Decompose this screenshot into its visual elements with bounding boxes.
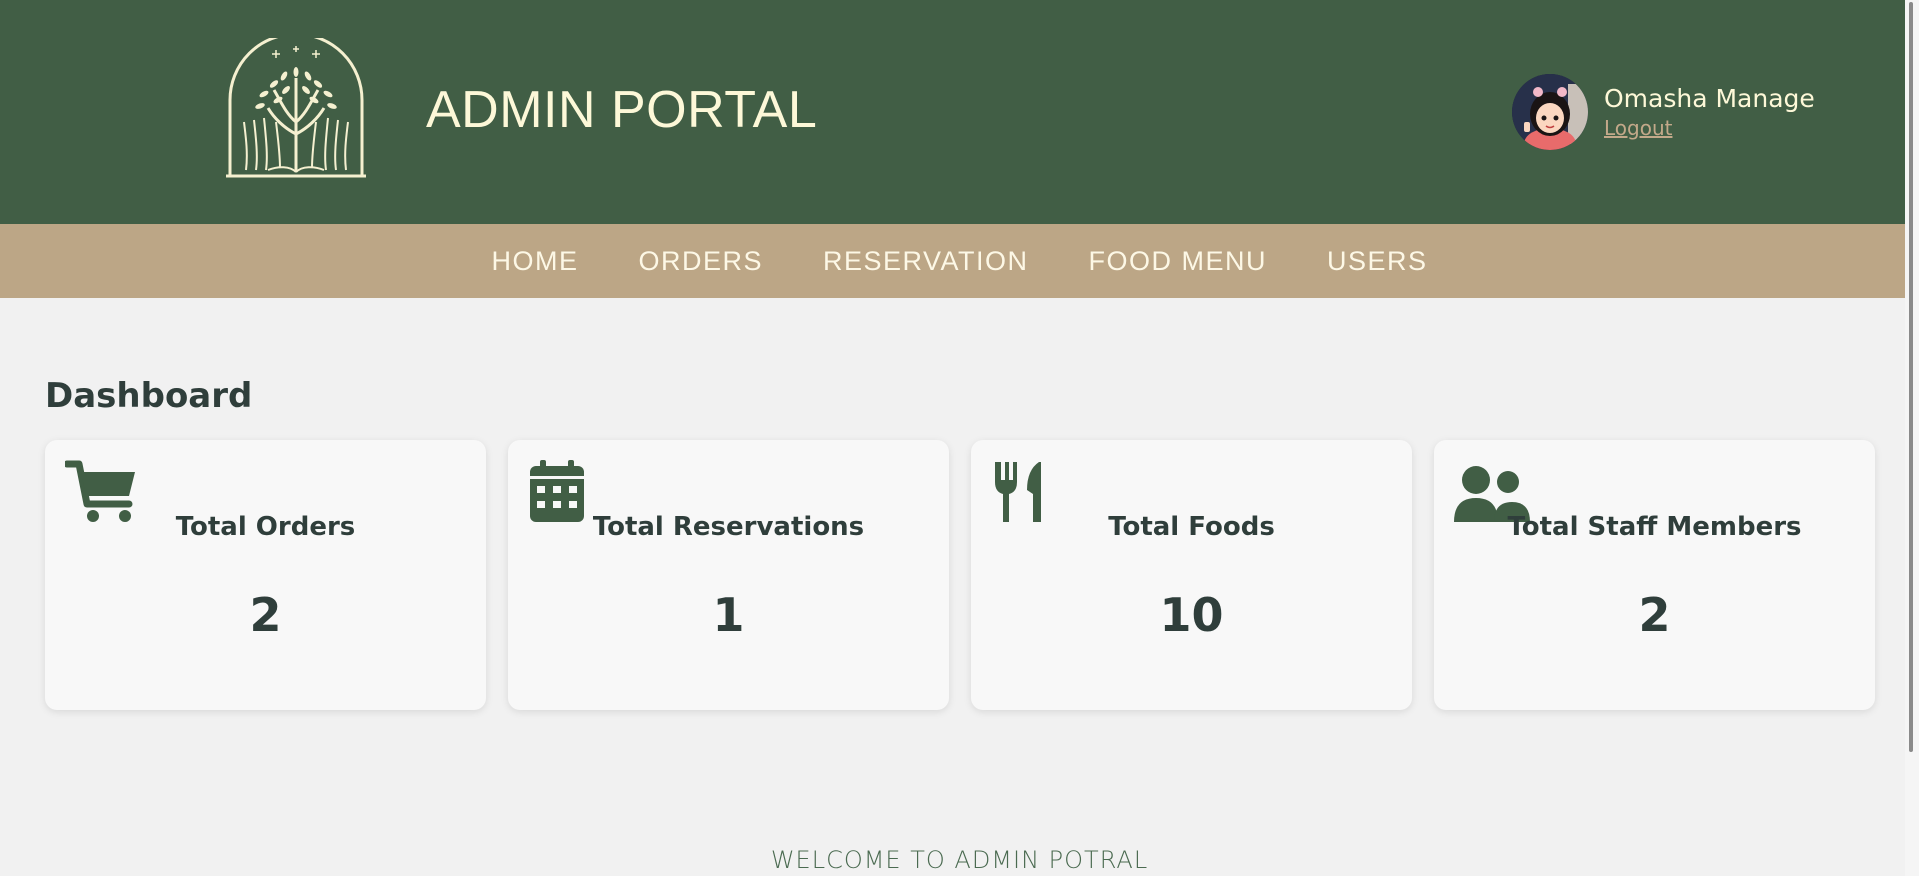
nav-item-orders[interactable]: ORDERS bbox=[638, 246, 763, 277]
page-title: ADMIN PORTAL bbox=[426, 81, 818, 139]
header-bar: ADMIN PORTAL Omasha Manage Logout bbox=[0, 0, 1919, 224]
card-label: Total Foods bbox=[1108, 512, 1275, 542]
main-nav: HOME ORDERS RESERVATION FOOD MENU USERS bbox=[0, 224, 1919, 298]
card-total-staff[interactable]: Total Staff Members 2 bbox=[1434, 440, 1875, 710]
user-name: Omasha Manage bbox=[1604, 84, 1815, 113]
welcome-text: WELCOME TO ADMIN POTRAL bbox=[770, 846, 1149, 874]
avatar-icon[interactable] bbox=[1512, 74, 1588, 150]
card-value: 1 bbox=[712, 588, 745, 642]
scrollbar-thumb[interactable] bbox=[1909, 2, 1913, 752]
user-profile: Omasha Manage Logout bbox=[1512, 74, 1815, 150]
dashboard-title: Dashboard bbox=[45, 376, 253, 416]
card-label: Total Reservations bbox=[592, 512, 865, 542]
card-value: 2 bbox=[1638, 588, 1671, 642]
nav-item-reservation[interactable]: RESERVATION bbox=[823, 246, 1029, 277]
card-value: 2 bbox=[249, 588, 282, 642]
card-label: Total Orders bbox=[175, 512, 356, 542]
tree-logo-icon[interactable] bbox=[224, 38, 368, 182]
vertical-scrollbar[interactable] bbox=[1905, 0, 1919, 876]
card-value: 10 bbox=[1159, 588, 1224, 642]
card-total-orders[interactable]: Total Orders 2 bbox=[45, 440, 486, 710]
card-total-reservations[interactable]: Total Reservations 1 bbox=[508, 440, 949, 710]
nav-item-home[interactable]: HOME bbox=[491, 246, 578, 277]
card-total-foods[interactable]: Total Foods 10 bbox=[971, 440, 1412, 710]
logout-link[interactable]: Logout bbox=[1604, 116, 1672, 140]
nav-item-users[interactable]: USERS bbox=[1327, 246, 1428, 277]
card-label: Total Staff Members bbox=[1507, 512, 1802, 542]
stats-cards: Total Orders 2 Total Reservations 1 Tota… bbox=[45, 440, 1875, 710]
nav-item-food-menu[interactable]: FOOD MENU bbox=[1089, 246, 1268, 277]
